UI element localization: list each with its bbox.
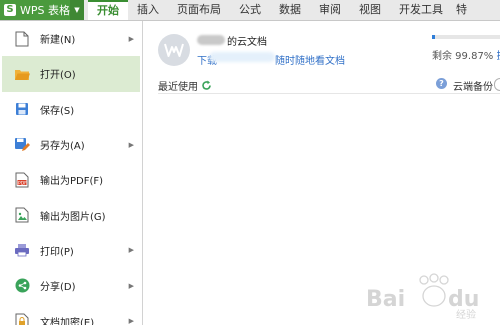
storage-status: 剩余 99.87% 扩 xyxy=(432,47,500,62)
tab-insert[interactable]: 插入 xyxy=(128,0,168,20)
divider xyxy=(158,93,500,94)
menu-item-label: 另存为(A) xyxy=(40,141,85,153)
tab-formulas[interactable]: 公式 xyxy=(230,0,270,20)
blurred-link-text xyxy=(209,52,275,62)
blurred-username xyxy=(197,35,225,45)
wps-app-menu[interactable]: S WPS 表格 ▼ xyxy=(0,0,84,20)
menu-item-label: 新建(N) xyxy=(40,35,76,47)
recent-label: 最近使用 xyxy=(158,82,198,93)
menu-item-new[interactable]: 新建(N) ▶ xyxy=(0,21,142,56)
wps-w-logo-icon xyxy=(164,43,184,57)
app-title: WPS 表格 xyxy=(20,4,70,17)
share-icon xyxy=(14,278,30,294)
new-doc-icon xyxy=(14,31,30,47)
baidu-watermark-icon: Bai du 经验 xyxy=(366,273,479,320)
tab-special[interactable]: 特 xyxy=(452,0,471,20)
file-menu: 新建(N) ▶ 打开(O) 保存(S) 另存为(A) ▶ PDF 输出为PDF(… xyxy=(0,21,143,325)
storage-progress-bar xyxy=(432,35,500,39)
menu-item-save[interactable]: 保存(S) xyxy=(0,92,142,127)
menu-item-label: 输出为图片(G) xyxy=(40,211,106,223)
menu-item-save-as[interactable]: 另存为(A) ▶ xyxy=(0,127,142,162)
menu-item-export-pdf[interactable]: PDF 输出为PDF(F) xyxy=(0,162,142,197)
menu-item-encrypt[interactable]: 文档加密(E) ▶ xyxy=(0,303,142,325)
tab-home[interactable]: 开始 xyxy=(88,0,128,20)
submenu-arrow-icon: ▶ xyxy=(128,140,134,149)
wps-window: S WPS 表格 ▼ 开始 插入 页面布局 公式 数据 审阅 视图 开发工具 特… xyxy=(0,0,500,325)
tab-page-layout[interactable]: 页面布局 xyxy=(168,0,230,20)
menu-item-label: 打印(P) xyxy=(40,246,74,258)
menu-item-label: 分享(D) xyxy=(40,282,76,294)
ribbon-tabs: 开始 插入 页面布局 公式 数据 审阅 视图 开发工具 特 xyxy=(88,0,471,20)
svg-text:PDF: PDF xyxy=(18,180,27,186)
storage-progress-fill xyxy=(432,35,435,39)
svg-text:经验: 经验 xyxy=(456,308,476,320)
menu-item-label: 输出为PDF(F) xyxy=(40,176,104,188)
svg-text:du: du xyxy=(448,287,479,312)
storage-remaining: 剩余 99.87% xyxy=(432,51,494,62)
pdf-export-icon: PDF xyxy=(14,172,30,188)
expand-storage-link[interactable]: 扩 xyxy=(497,51,500,62)
avatar[interactable] xyxy=(158,34,190,66)
menu-item-export-image[interactable]: 输出为图片(G) xyxy=(0,197,142,232)
wps-logo-icon: S xyxy=(4,4,16,16)
menu-item-label: 保存(S) xyxy=(40,105,75,117)
ribbon-bar: S WPS 表格 ▼ 开始 插入 页面布局 公式 数据 审阅 视图 开发工具 特 xyxy=(0,0,500,21)
image-export-icon xyxy=(14,207,30,223)
submenu-arrow-icon: ▶ xyxy=(128,246,134,255)
help-icon[interactable]: ? xyxy=(436,78,447,89)
save-as-icon xyxy=(14,137,30,153)
anywhere-docs-link[interactable]: 随时随地看文档 xyxy=(275,52,345,67)
open-folder-icon xyxy=(14,66,30,82)
cloud-docs-title: 的云文档 xyxy=(227,37,267,48)
print-icon xyxy=(14,242,30,258)
menu-item-label: 打开(O) xyxy=(40,70,76,82)
menu-item-share[interactable]: 分享(D) ▶ xyxy=(0,268,142,303)
menu-item-print[interactable]: 打印(P) ▶ xyxy=(0,233,142,268)
submenu-arrow-icon: ▶ xyxy=(128,281,134,290)
menu-item-label: 文档加密(E) xyxy=(40,317,95,325)
cloud-backup-label: 云端备份 xyxy=(453,82,493,93)
tab-view[interactable]: 视图 xyxy=(350,0,390,20)
tab-review[interactable]: 审阅 xyxy=(310,0,350,20)
menu-item-open[interactable]: 打开(O) xyxy=(2,56,140,92)
submenu-arrow-icon: ▶ xyxy=(128,317,134,325)
submenu-arrow-icon: ▶ xyxy=(128,34,134,43)
svg-text:Bai: Bai xyxy=(366,287,405,312)
cloud-backup-toggle[interactable] xyxy=(494,78,500,91)
recent-header: 最近使用 xyxy=(158,78,212,93)
tab-developer[interactable]: 开发工具 xyxy=(390,0,452,20)
save-icon xyxy=(14,101,30,117)
tab-data[interactable]: 数据 xyxy=(270,0,310,20)
refresh-icon[interactable] xyxy=(201,80,212,91)
encrypt-icon xyxy=(14,313,30,325)
dropdown-arrow-icon[interactable]: ▼ xyxy=(70,0,84,20)
